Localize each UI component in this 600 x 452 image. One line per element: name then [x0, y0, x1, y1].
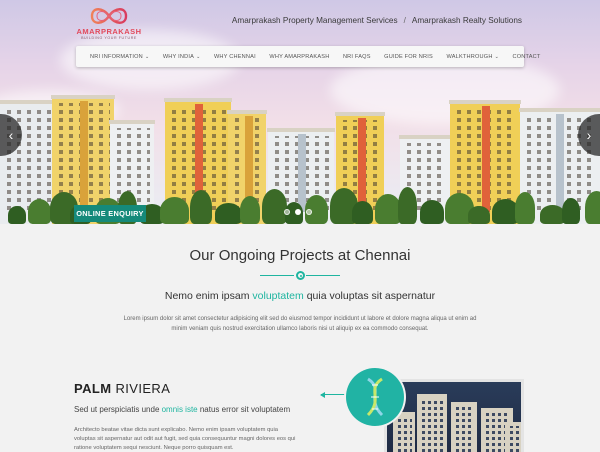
tree	[28, 199, 51, 224]
divider-ring-icon	[296, 271, 305, 280]
section-divider	[260, 271, 340, 281]
section-intro: Lorem ipsum dolor sit amet consectetur a…	[123, 316, 477, 332]
chevron-right-icon: ›	[586, 127, 592, 143]
top-link-separator: /	[403, 16, 406, 25]
chevron-down-icon: ⌄	[196, 53, 201, 60]
top-links: Amarprakash Property Management Services…	[232, 16, 522, 25]
tower-building	[505, 422, 521, 452]
project-image[interactable]	[384, 379, 524, 452]
divider-line	[306, 275, 340, 276]
project-title-rest: RIVIERA	[111, 381, 171, 396]
brand-name: AMARPRAKASH	[76, 27, 142, 36]
chevron-down-icon: ⌄	[494, 53, 499, 60]
section-subheading: Nemo enim ipsam voluptatem quia voluptas…	[0, 290, 600, 302]
tree	[585, 191, 600, 224]
tower-building	[393, 412, 415, 452]
tower-windows	[396, 416, 412, 452]
top-link-realty-solutions[interactable]: Amarprakash Realty Solutions	[412, 16, 522, 25]
tree	[240, 196, 260, 224]
chevron-left-icon: ‹	[8, 127, 14, 143]
project-subtitle-text: natus error sit voluptatem	[197, 405, 291, 414]
slider-dot-3[interactable]	[306, 209, 312, 215]
nav-item-nri-faqs[interactable]: NRI FAQS	[343, 54, 371, 60]
top-link-property-management[interactable]: Amarprakash Property Management Services	[232, 16, 398, 25]
tower-building	[451, 402, 477, 452]
tree	[420, 200, 444, 224]
slider-dot-1[interactable]	[284, 209, 290, 215]
tree	[515, 192, 535, 224]
slider-dots	[284, 209, 312, 215]
tower-windows	[454, 406, 474, 452]
building-roof	[335, 112, 385, 116]
tree	[190, 190, 212, 224]
tree	[262, 189, 287, 224]
project-title-bold: PALM	[74, 381, 112, 396]
building-roof	[51, 95, 115, 99]
nav-item-walkthrough[interactable]: WALKTHROUGH ⌄	[446, 54, 499, 60]
tree	[215, 203, 242, 224]
building-roof	[399, 135, 451, 139]
tree	[160, 197, 189, 224]
subheading-accent: voluptatem	[252, 290, 304, 302]
arrow-left-icon	[320, 391, 349, 398]
slider-dot-2[interactable]	[295, 209, 301, 215]
online-enquiry-button[interactable]: ONLINE ENQUIRY	[74, 205, 146, 222]
tree	[8, 206, 26, 224]
tree	[468, 206, 490, 224]
hero-slider: AMARPRAKASH BUILDING YOUR FUTURE Amarpra…	[0, 0, 600, 224]
building-roof	[109, 120, 155, 124]
building-roof	[519, 108, 600, 112]
tree	[398, 187, 417, 224]
infinity-logo-icon	[90, 8, 128, 24]
tree	[352, 201, 373, 224]
project-badge	[346, 368, 404, 426]
building-roof	[164, 98, 232, 102]
nav-item-why-amarprakash[interactable]: WHY AMARPRAKASH	[269, 54, 329, 60]
project-title: PALM RIVIERA	[74, 381, 170, 396]
project-subtitle: Sed ut perspiciatis unde omnis iste natu…	[74, 405, 290, 414]
nav-item-why-chennai[interactable]: WHY CHENNAI	[214, 54, 256, 60]
building-roof	[449, 100, 521, 104]
building-roof	[227, 110, 267, 114]
tower-building	[417, 394, 447, 452]
project-description: Architecto beatae vitae dicta sunt expli…	[74, 427, 296, 451]
subheading-text: Nemo enim ipsam	[164, 290, 253, 302]
building-roof	[0, 100, 57, 104]
building-roof	[267, 128, 335, 132]
project-subtitle-text: Sed ut perspiciatis unde	[74, 405, 162, 414]
nav-item-nri-information[interactable]: NRI INFORMATION ⌄	[90, 54, 149, 60]
project-subtitle-accent: omnis iste	[161, 405, 198, 414]
subheading-text: quia voluptas sit aspernatur	[303, 290, 436, 302]
nav-item-contact[interactable]: CONTACT	[512, 54, 540, 60]
header: AMARPRAKASH BUILDING YOUR FUTURE Amarpra…	[0, 0, 600, 44]
dna-helix-icon	[366, 377, 384, 417]
tree	[562, 198, 580, 224]
tower-windows	[508, 426, 520, 452]
tower-windows	[420, 398, 444, 452]
section-heading: Our Ongoing Projects at Chennai	[189, 247, 411, 264]
nav-item-why-india[interactable]: WHY INDIA ⌄	[163, 54, 201, 60]
main-nav: NRI INFORMATION ⌄ WHY INDIA ⌄ WHY CHENNAI …	[76, 46, 540, 67]
divider-line	[260, 275, 294, 276]
nav-item-guide-for-nris[interactable]: GUIDE FOR NRIS	[384, 54, 433, 60]
brand-logo[interactable]: AMARPRAKASH BUILDING YOUR FUTURE	[72, 4, 146, 42]
brand-tagline: BUILDING YOUR FUTURE	[81, 36, 137, 40]
chevron-down-icon: ⌄	[144, 53, 150, 60]
